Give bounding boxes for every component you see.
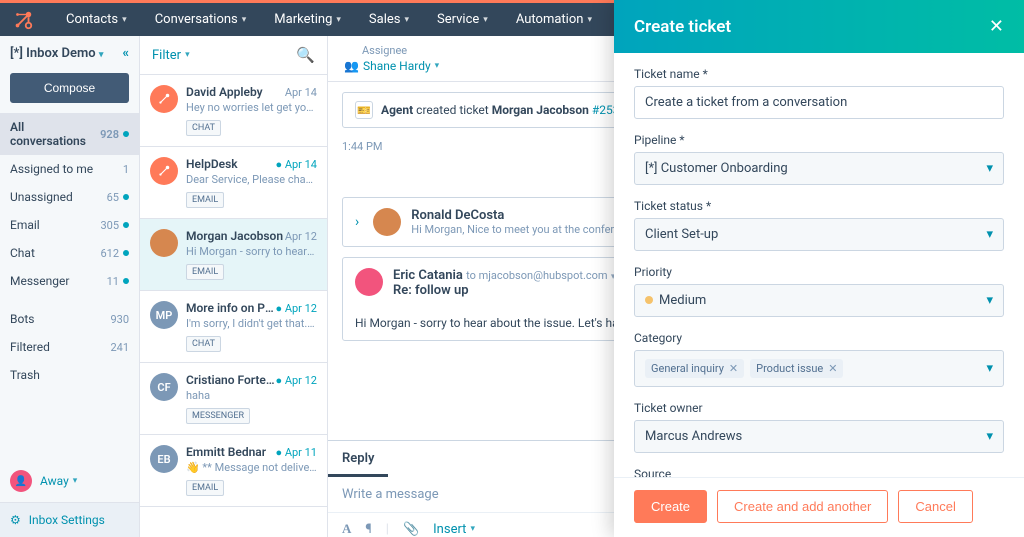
sidebar-item-unassigned[interactable]: Unassigned 65 [0, 183, 139, 211]
conversation-preview: haha [186, 389, 317, 402]
create-button[interactable]: Create [634, 490, 707, 523]
nav-sales[interactable]: Sales▾ [355, 12, 423, 27]
conversation-date: Apr 12 [285, 230, 317, 243]
inbox-settings-link[interactable]: ⚙ Inbox Settings [0, 502, 139, 537]
conversation-sender: Cristiano Fortest [186, 373, 275, 387]
priority-select[interactable]: Medium▾ [634, 284, 1004, 317]
conversation-sender: David Appleby [186, 85, 263, 99]
sidebar-item-email[interactable]: Email 305 [0, 211, 139, 239]
sidebar-item-trash[interactable]: Trash [0, 361, 139, 389]
ticket-name-input[interactable]: Create a ticket from a conversation [634, 86, 1004, 119]
avatar: CF [150, 373, 178, 401]
ticket-icon: 🎫 [355, 101, 373, 119]
owner-label: Ticket owner [634, 401, 1004, 415]
remove-tag-icon[interactable]: ✕ [828, 362, 837, 375]
channel-badge: EMAIL [186, 264, 224, 280]
conversation-row[interactable]: Morgan Jacobson Apr 12 Hi Morgan - sorry… [140, 219, 327, 291]
status-selector[interactable]: 👤 Away ▾ [0, 460, 139, 502]
conversation-sender: More info on Produ... [186, 301, 275, 315]
nav-marketing[interactable]: Marketing▾ [260, 12, 355, 27]
avatar [150, 157, 178, 185]
source-label: Source [634, 467, 1004, 477]
user-avatar: 👤 [10, 470, 32, 492]
conversation-row[interactable]: HelpDesk Apr 14 Dear Service, Please cha… [140, 147, 327, 219]
format-icon[interactable]: ¶ [365, 522, 371, 537]
category-multiselect[interactable]: General inquiry ✕Product issue ✕ ▾ [634, 350, 1004, 387]
sidebar-item-chat[interactable]: Chat 612 [0, 239, 139, 267]
filter-dropdown[interactable]: Filter▾ [152, 48, 190, 63]
channel-badge: EMAIL [186, 192, 224, 208]
conversation-date: Apr 11 [275, 446, 317, 459]
remove-tag-icon[interactable]: ✕ [729, 362, 738, 375]
message-sender: Eric Catania [393, 268, 463, 283]
font-icon[interactable]: A [342, 521, 351, 537]
create-ticket-panel: Create ticket ✕ Ticket name * Create a t… [614, 0, 1024, 537]
avatar [355, 268, 383, 296]
conversation-preview: I'm sorry, I didn't get that. Try aga... [186, 317, 317, 330]
category-label: Category [634, 331, 1004, 345]
avatar [373, 208, 401, 236]
channel-badge: EMAIL [186, 480, 224, 496]
category-tag[interactable]: Product issue ✕ [750, 359, 843, 378]
conversation-date: Apr 12 [275, 374, 317, 387]
conversation-preview: Dear Service, Please change your... [186, 173, 317, 186]
insert-dropdown[interactable]: Insert ▾ [433, 522, 475, 537]
category-tag[interactable]: General inquiry ✕ [645, 359, 744, 378]
ticket-name-label: Ticket name * [634, 67, 1004, 81]
priority-label: Priority [634, 265, 1004, 279]
user-icon: 👥 [344, 59, 359, 73]
conversation-preview: 👋 ** Message not delivered ** Y... [186, 461, 317, 474]
nav-contacts[interactable]: Contacts▾ [52, 12, 141, 27]
gear-icon: ⚙ [10, 513, 21, 527]
channel-badge: CHAT [186, 336, 221, 352]
reply-tab[interactable]: Reply [328, 441, 388, 477]
inbox-selector[interactable]: [*] Inbox Demo ▾ « [0, 36, 139, 69]
avatar [150, 85, 178, 113]
hubspot-logo-icon[interactable] [12, 9, 34, 31]
conversation-date: Apr 14 [285, 86, 317, 99]
compose-button[interactable]: Compose [10, 73, 129, 103]
sidebar-item-assigned[interactable]: Assigned to me 1 [0, 155, 139, 183]
panel-title: Create ticket [634, 17, 731, 37]
status-label: Ticket status * [634, 199, 1004, 213]
conversation-row[interactable]: David Appleby Apr 14 Hey no worries let … [140, 75, 327, 147]
conversation-preview: Hey no worries let get you in cont... [186, 101, 317, 114]
conversation-sender: Morgan Jacobson [186, 229, 283, 243]
sidebar-item-all[interactable]: All conversations 928 [0, 113, 139, 155]
conversation-list: Filter▾ 🔍 David Appleby Apr 14 Hey no wo… [140, 36, 328, 537]
conversation-row[interactable]: EB Emmitt Bednar Apr 11 👋 ** Message not… [140, 435, 327, 507]
nav-service[interactable]: Service▾ [423, 12, 502, 27]
attachment-icon[interactable]: 📎 [403, 522, 419, 537]
conversation-preview: Hi Morgan - sorry to hear about th... [186, 245, 317, 258]
sidebar: [*] Inbox Demo ▾ « Compose All conversat… [0, 36, 140, 537]
pipeline-label: Pipeline * [634, 133, 1004, 147]
nav-conversations[interactable]: Conversations▾ [141, 12, 261, 27]
search-icon[interactable]: 🔍 [296, 46, 315, 64]
sidebar-item-filtered[interactable]: Filtered241 [0, 333, 139, 361]
avatar: EB [150, 445, 178, 473]
chevron-right-icon[interactable]: › [355, 214, 359, 230]
create-and-add-another-button[interactable]: Create and add another [717, 490, 888, 523]
avatar: MP [150, 301, 178, 329]
conversation-date: Apr 12 [275, 302, 317, 315]
sidebar-item-bots[interactable]: Bots930 [0, 305, 139, 333]
conversation-sender: Emmitt Bednar [186, 445, 266, 459]
nav-automation[interactable]: Automation▾ [502, 12, 606, 27]
conversation-row[interactable]: CF Cristiano Fortest Apr 12 haha MESSENG… [140, 363, 327, 435]
conversation-sender: HelpDesk [186, 157, 238, 171]
close-icon[interactable]: ✕ [989, 16, 1004, 37]
sidebar-item-messenger[interactable]: Messenger 11 [0, 267, 139, 295]
collapse-icon[interactable]: « [123, 46, 130, 61]
avatar [150, 229, 178, 257]
pipeline-select[interactable]: [*] Customer Onboarding▾ [634, 152, 1004, 185]
cancel-button[interactable]: Cancel [898, 490, 972, 523]
channel-badge: CHAT [186, 120, 221, 136]
conversation-date: Apr 14 [275, 158, 317, 171]
message-to: to mjacobson@hubspot.com [466, 269, 607, 282]
status-select[interactable]: Client Set-up▾ [634, 218, 1004, 251]
conversation-row[interactable]: MP More info on Produ... Apr 12 I'm sorr… [140, 291, 327, 363]
owner-select[interactable]: Marcus Andrews▾ [634, 420, 1004, 453]
channel-badge: MESSENGER [186, 408, 250, 424]
